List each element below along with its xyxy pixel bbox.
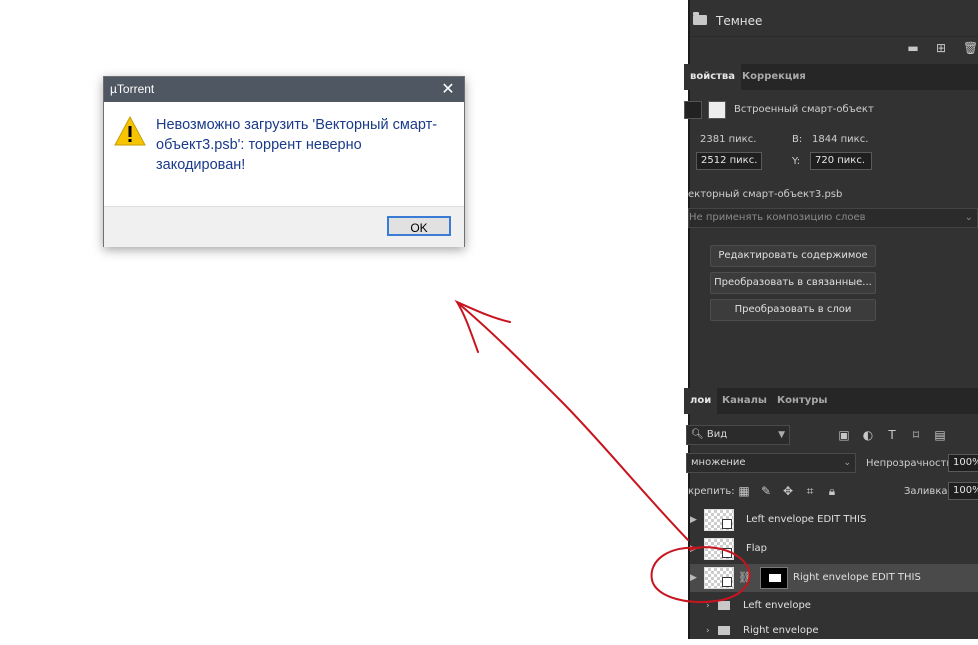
layer-name: Left envelope [743, 600, 811, 611]
layer-name: Left envelope EDIT THIS [746, 514, 867, 525]
dialog-title: µTorrent [110, 82, 155, 96]
type-filter-icon[interactable]: T [886, 429, 898, 441]
expand-arrow-icon[interactable]: › [706, 626, 710, 636]
lock-all-icon[interactable]: 🔒︎ [826, 485, 838, 497]
convert-to-layers-button[interactable]: Преобразовать в слои [710, 299, 876, 321]
layer-name: Right envelope [743, 625, 819, 636]
layer-name: Right envelope EDIT THIS [793, 572, 921, 583]
layer-comp-value: Не применять композицию слоев [689, 212, 866, 223]
opacity-label: Непрозрачность: [866, 458, 956, 469]
smart-object-header: Встроенный смарт-объект [684, 98, 978, 122]
error-dialog: µTorrent ✕ Невозможно загрузить 'Векторн… [103, 76, 465, 247]
kind-filter-select[interactable]: 🔍︎ Вид ▼ [686, 425, 790, 445]
smart-object-icon [684, 101, 702, 119]
dialog-footer: OK [104, 206, 464, 247]
lock-paint-icon[interactable]: ✎ [760, 485, 772, 497]
tab-paths[interactable]: Контуры [771, 388, 833, 414]
mask-icon[interactable] [708, 101, 726, 119]
photoshop-panel: Темнее ▬ ⊞ 🗑 войства Коррекция Встроенны… [684, 0, 978, 639]
chevron-down-icon: ▼ [778, 430, 785, 440]
close-icon[interactable]: ✕ [438, 79, 458, 99]
blend-mode-select[interactable]: множение ⌄ [686, 453, 856, 473]
convert-to-linked-button[interactable]: Преобразовать в связанные... [710, 272, 876, 294]
fill-input[interactable]: 100% [948, 482, 978, 500]
tab-adjustments[interactable]: Коррекция [736, 64, 812, 90]
ok-button[interactable]: OK [387, 216, 451, 236]
dialog-titlebar[interactable]: µTorrent ✕ [104, 77, 464, 102]
layers-filter-bar: 🔍︎ Вид ▼ ▣ ◐ T ⌑ ▤ [686, 422, 978, 446]
opacity-input[interactable]: 100% [948, 454, 978, 472]
new-group-icon[interactable]: ▬ [907, 42, 919, 54]
blend-mode-value: множение [691, 457, 746, 468]
height-value[interactable]: 1844 пикс. [812, 134, 868, 145]
smart-object-type: Встроенный смарт-объект [734, 104, 874, 115]
smart-object-filter-icon[interactable]: ▤ [934, 429, 946, 441]
new-layer-icon[interactable]: ⊞ [935, 42, 947, 54]
layer-row-selected[interactable]: ▶ ⛓ Right envelope EDIT THIS [690, 564, 978, 592]
smart-object-badge-icon [722, 577, 732, 587]
edit-contents-button[interactable]: Редактировать содержимое [710, 245, 876, 267]
warning-icon [114, 115, 146, 146]
layer-row[interactable]: ▶ Left envelope EDIT THIS [690, 506, 978, 534]
layer-row[interactable]: ▶ Flap [690, 535, 978, 563]
dialog-message: Невозможно загрузить 'Векторный смарт-об… [156, 117, 438, 173]
lock-transparency-icon[interactable]: ▦ [738, 485, 750, 497]
smart-object-badge-icon [722, 519, 732, 529]
tab-channels[interactable]: Каналы [716, 388, 773, 414]
layer-group-row[interactable]: Темнее [690, 8, 978, 36]
layer-comp-select[interactable]: Не применять композицию слоев ⌄ [688, 208, 978, 228]
chevron-down-icon: ⌄ [964, 212, 973, 223]
layers-tabs: лои Каналы Контуры [684, 388, 978, 414]
folder-icon [718, 626, 730, 635]
kind-filter-value: Вид [706, 429, 728, 440]
folder-icon [718, 601, 730, 610]
tab-properties[interactable]: войства [684, 64, 742, 90]
layer-thumbnail [704, 567, 734, 589]
lock-label: крепить: [688, 486, 735, 497]
y-label: Y: [792, 156, 801, 167]
expand-arrow-icon[interactable]: ▶ [690, 515, 697, 525]
adjustment-filter-icon[interactable]: ◐ [862, 429, 874, 441]
layer-row[interactable]: › Right envelope [690, 617, 978, 645]
shape-filter-icon[interactable]: ⌑ [910, 429, 922, 441]
height-label: В: [792, 134, 803, 145]
x-position-input[interactable]: 2512 пикс. [696, 152, 762, 170]
expand-arrow-icon[interactable]: ▶ [690, 544, 697, 554]
link-icon[interactable]: ⛓ [738, 571, 752, 584]
image-filter-icon[interactable]: ▣ [838, 429, 850, 441]
smart-object-filename: екторный смарт-объект3.psb [688, 189, 843, 200]
smart-object-badge-icon [722, 548, 732, 558]
search-icon: 🔍︎ [691, 429, 707, 440]
expand-arrow-icon[interactable]: ▶ [690, 573, 697, 583]
trash-icon[interactable]: 🗑 [963, 42, 978, 54]
layer-row[interactable]: › Left envelope [690, 592, 978, 620]
layer-thumbnail [704, 538, 734, 560]
properties-tabs: войства Коррекция [684, 64, 978, 90]
lock-move-icon[interactable]: ✥ [782, 485, 794, 497]
lock-artboard-icon[interactable]: ⌗ [804, 485, 816, 497]
fill-label: Заливка: [904, 486, 951, 497]
mask-thumbnail[interactable] [760, 567, 788, 589]
width-value[interactable]: 2381 пикс. [700, 134, 756, 145]
panel-toolbar: ▬ ⊞ 🗑 [690, 36, 978, 61]
layer-name: Flap [746, 543, 768, 554]
tab-layers[interactable]: лои [684, 388, 718, 414]
y-position-input[interactable]: 720 пикс. [810, 152, 872, 170]
expand-arrow-icon[interactable]: › [706, 601, 710, 611]
layer-group-name: Темнее [716, 14, 763, 28]
chevron-down-icon: ⌄ [843, 458, 851, 468]
folder-icon [693, 12, 707, 25]
layer-thumbnail [704, 509, 734, 531]
